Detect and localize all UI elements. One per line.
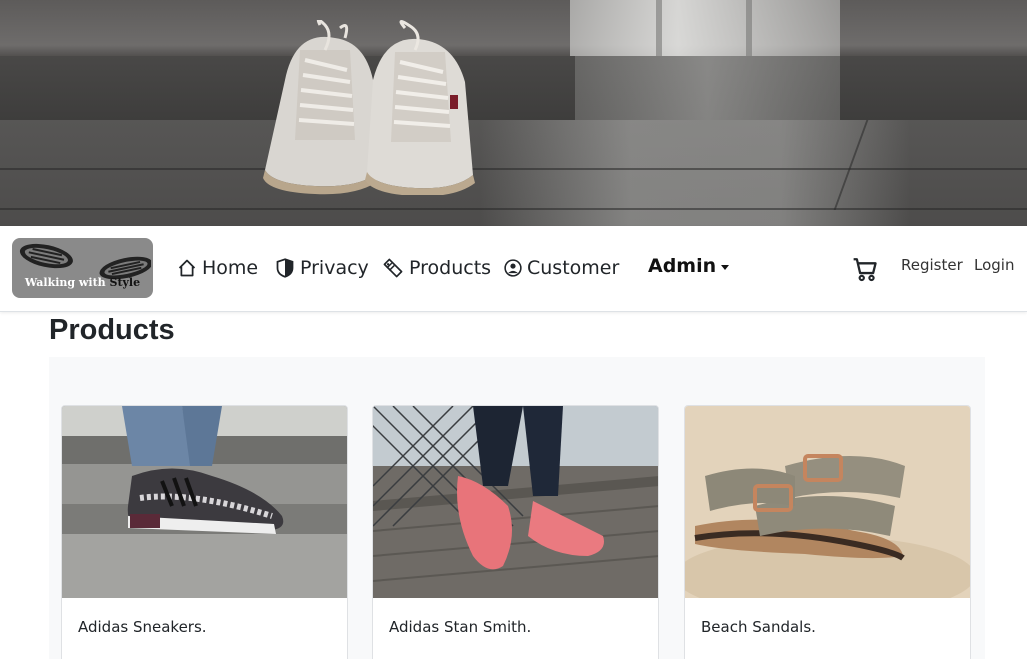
nav-products-label: Products <box>409 257 492 279</box>
house-icon <box>178 259 196 277</box>
tag-icon <box>383 258 403 278</box>
cart-icon <box>853 258 877 282</box>
chevron-down-icon <box>721 265 730 270</box>
brand-logo[interactable]: Walking with Style <box>12 238 153 298</box>
navbar: Walking with Style Home Privacy Products… <box>0 226 1027 312</box>
product-name: Adidas Stan Smith. <box>389 618 532 636</box>
hero-banner <box>0 0 1027 226</box>
brand-logo-text: Walking with Style <box>24 276 141 289</box>
product-image <box>62 406 347 598</box>
nav-privacy-label: Privacy <box>300 257 369 279</box>
product-name: Adidas Sneakers. <box>78 618 207 636</box>
product-image <box>373 406 658 598</box>
product-name: Beach Sandals. <box>701 618 816 636</box>
nav-products[interactable]: Products <box>382 254 491 282</box>
login-link[interactable]: Login <box>974 256 1014 274</box>
nav-customer-label: Customer <box>527 257 620 279</box>
nav-home[interactable]: Home <box>177 254 258 282</box>
footprint-icon <box>19 243 151 280</box>
product-card[interactable]: Adidas Stan Smith. <box>372 405 659 659</box>
cart-button[interactable] <box>852 256 878 286</box>
register-link[interactable]: Register <box>901 256 963 274</box>
page-title: Products <box>49 314 175 346</box>
product-image <box>685 406 970 598</box>
product-card[interactable]: Beach Sandals. <box>684 405 971 659</box>
admin-dropdown[interactable]: Admin <box>648 252 730 280</box>
nav-customer[interactable]: Customer <box>504 254 619 282</box>
sneakers-photo <box>263 20 475 195</box>
shield-icon <box>276 258 294 278</box>
product-card[interactable]: Adidas Sneakers. <box>61 405 348 659</box>
nav-home-label: Home <box>202 257 259 279</box>
admin-label: Admin <box>648 255 717 277</box>
person-circle-icon <box>504 259 522 277</box>
nav-privacy[interactable]: Privacy <box>275 254 369 282</box>
